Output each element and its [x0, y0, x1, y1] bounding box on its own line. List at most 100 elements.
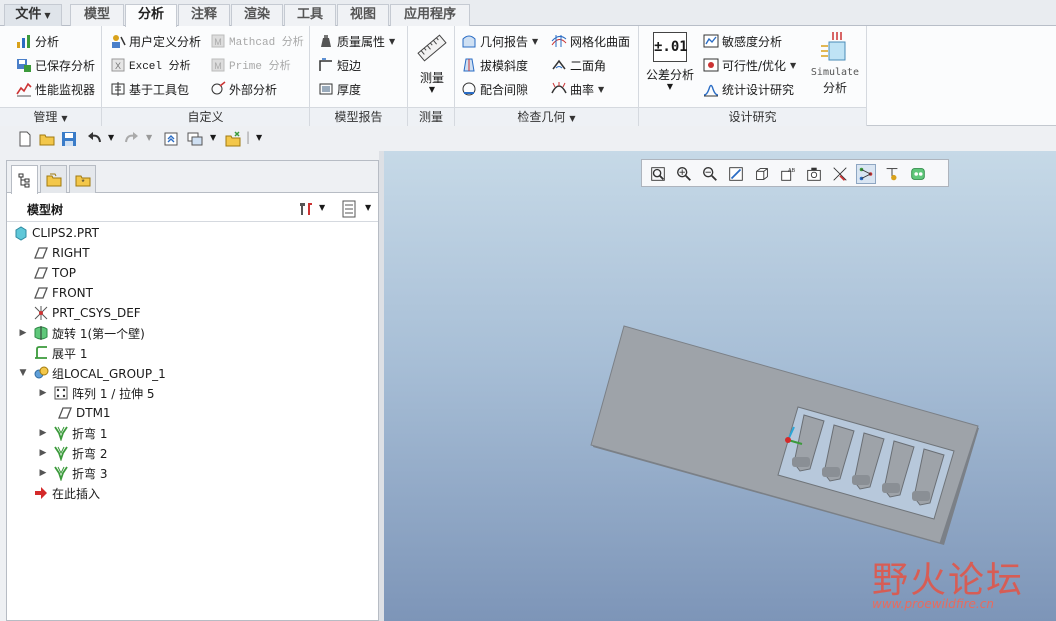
performance-monitor-button[interactable]: 性能监视器 — [16, 79, 95, 99]
group-manage: 分析 已保存分析 性能监视器 管理 ▼ — [0, 26, 102, 126]
tolerance-analysis-button[interactable]: ±.01 公差分析 ▼ — [643, 32, 697, 91]
tree-item-datum-plane[interactable]: FRONT — [33, 283, 93, 303]
statistical-design-study-button[interactable]: 统计设计研究 — [703, 79, 794, 99]
analysis-button[interactable]: 分析 — [16, 31, 59, 51]
undo-icon[interactable] — [86, 130, 104, 148]
tab-model-tree[interactable] — [11, 165, 38, 194]
bend-icon — [54, 446, 68, 461]
expand-icon[interactable]: ▶ — [37, 388, 49, 398]
short-edge-button[interactable]: 短边 — [318, 55, 361, 75]
close-window-icon[interactable] — [224, 130, 242, 148]
group-label-design-study: 设计研究 — [639, 107, 866, 126]
tab-tools[interactable]: 工具 — [284, 4, 336, 26]
tree-item-bend[interactable]: ▶ 折弯 1 — [37, 423, 107, 443]
tree-item-datum-plane[interactable]: DTM1 — [57, 403, 111, 423]
chevron-down-icon[interactable]: ▼ — [210, 133, 216, 142]
expand-icon[interactable]: ▶ — [17, 328, 29, 338]
group-model-report: 质量属性 ▼ 短边 厚度 模型报告 — [310, 26, 408, 126]
chevron-down-icon[interactable]: ▼ — [365, 203, 371, 212]
chevron-down-icon: ▼ — [569, 114, 576, 123]
simulate-icon — [821, 32, 846, 61]
mesh-surface-icon — [551, 35, 567, 47]
tolerance-icon: ±.01 — [653, 32, 688, 62]
svg-text:M: M — [214, 37, 222, 47]
expand-icon[interactable]: ▶ — [37, 448, 49, 458]
new-file-icon[interactable] — [16, 130, 34, 148]
tree-item-revolve[interactable]: ▶ 旋转 1(第一个壁) — [17, 323, 145, 343]
tree-item-datum-plane[interactable]: TOP — [33, 263, 76, 283]
svg-text:*: * — [81, 178, 84, 187]
chevron-down-icon[interactable]: ▼ — [319, 203, 325, 212]
windows-icon[interactable] — [186, 130, 204, 148]
mesh-surface-button[interactable]: 网格化曲面 — [551, 31, 630, 51]
revolve-icon — [34, 326, 48, 340]
dihedral-angle-button[interactable]: 二面角 — [551, 55, 606, 75]
user-defined-analysis-button[interactable]: 用户定义分析 — [110, 31, 201, 51]
dihedral-angle-icon — [552, 59, 566, 70]
prime-analysis-button[interactable]: M Prime 分析 — [210, 55, 291, 75]
datum-plane-icon — [34, 287, 48, 299]
tree-item-part[interactable]: CLIPS2.PRT — [13, 223, 99, 243]
tab-analysis[interactable]: 分析 — [125, 4, 177, 27]
watermark-logo: 野火论坛 — [872, 560, 1025, 601]
simulate-analysis-button[interactable]: Simulate 分析 — [807, 30, 863, 96]
feasibility-optimization-button[interactable]: 可行性/优化 ▼ — [703, 55, 796, 75]
tree-item-pattern[interactable]: ▶ 阵列 1 / 拉伸 5 — [37, 383, 155, 403]
tree-item-datum-plane[interactable]: RIGHT — [33, 243, 90, 263]
clearance-icon — [462, 82, 476, 96]
geometry-report-button[interactable]: 几何报告 ▼ — [461, 31, 538, 51]
group-label-inspect-geometry[interactable]: 检查几何 ▼ — [455, 107, 638, 126]
tab-file[interactable]: 文件 ▼ — [4, 4, 62, 26]
tab-render[interactable]: 渲染 — [231, 4, 283, 26]
group-icon — [34, 366, 49, 379]
prime-icon: M — [211, 58, 225, 72]
toolkit-based-button[interactable]: 基于工具包 — [110, 79, 189, 99]
mating-clearance-button[interactable]: 配合间隙 — [461, 79, 528, 99]
collapse-icon[interactable]: ▼ — [17, 368, 29, 378]
mathcad-analysis-button[interactable]: M Mathcad 分析 — [210, 31, 304, 51]
show-list-icon[interactable] — [341, 200, 357, 218]
tab-applications[interactable]: 应用程序 — [390, 4, 470, 26]
tab-favorites[interactable]: * — [69, 165, 96, 193]
curvature-button[interactable]: 曲率 ▼ — [551, 79, 604, 99]
group-inspect-geometry: 几何报告 ▼ 拔模斜度 配合间隙 网格化曲面 二面角 曲率 ▼ 检查几何 ▼ — [455, 26, 639, 126]
expand-icon[interactable]: ▶ — [37, 428, 49, 438]
chevron-down-icon: ▼ — [666, 82, 674, 91]
draft-button[interactable]: 拔模斜度 — [461, 55, 528, 75]
tree-item-bend[interactable]: ▶ 折弯 3 — [37, 463, 107, 483]
save-icon[interactable] — [60, 130, 78, 148]
external-analysis-button[interactable]: 外部分析 — [210, 79, 277, 99]
sensitivity-analysis-button[interactable]: 敏感度分析 — [703, 31, 782, 51]
tab-folder-browser[interactable] — [40, 165, 67, 193]
saved-analysis-button[interactable]: 已保存分析 — [16, 55, 95, 75]
redo-icon[interactable] — [122, 130, 140, 148]
datum-plane-icon — [58, 407, 72, 419]
part-icon — [15, 226, 27, 241]
measure-button[interactable]: 测量 ▼ — [414, 32, 450, 94]
tab-model[interactable]: 模型 — [70, 4, 124, 26]
customize-toolbar-icon[interactable]: ▼ — [256, 133, 262, 142]
draft-icon — [463, 58, 475, 72]
mass-properties-button[interactable]: 质量属性 ▼ — [318, 31, 395, 51]
tab-annotate[interactable]: 注释 — [178, 4, 230, 26]
group-label-manage[interactable]: 管理 ▼ — [0, 107, 101, 126]
expand-icon[interactable]: ▶ — [37, 468, 49, 478]
chevron-down-icon[interactable]: ▼ — [146, 133, 152, 142]
regenerate-icon[interactable] — [162, 130, 180, 148]
thickness-button[interactable]: 厚度 — [318, 79, 361, 99]
graphics-viewport[interactable]: AB 野火论坛 www.proewildfire.cn — [384, 151, 1056, 621]
tree-item-flatten[interactable]: 展平 1 — [33, 343, 87, 363]
excel-icon: X — [111, 58, 125, 72]
svg-text:X: X — [115, 61, 121, 71]
tree-item-group[interactable]: ▼ 组LOCAL_GROUP_1 — [17, 363, 166, 383]
settings-tools-icon[interactable] — [297, 200, 315, 218]
tree-item-insert-here[interactable]: 在此插入 — [33, 483, 100, 503]
chevron-down-icon[interactable]: ▼ — [108, 133, 114, 142]
tree-item-csys[interactable]: PRT_CSYS_DEF — [33, 303, 141, 323]
tab-view[interactable]: 视图 — [337, 4, 389, 26]
excel-analysis-button[interactable]: X Excel 分析 — [110, 55, 191, 75]
tree-item-bend[interactable]: ▶ 折弯 2 — [37, 443, 107, 463]
chevron-down-icon: ▼ — [790, 60, 797, 70]
ribbon: 分析 已保存分析 性能监视器 管理 ▼ 用户定义分析 X Excel 分析 基于工… — [0, 26, 1056, 126]
open-folder-icon[interactable] — [38, 130, 56, 148]
